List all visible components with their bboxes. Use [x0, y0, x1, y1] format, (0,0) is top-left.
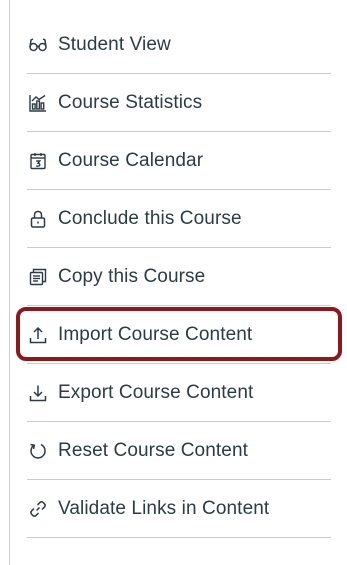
copy-icon [27, 266, 49, 288]
sidebar-left-border [9, 0, 10, 565]
export-course-content-label: Export Course Content [58, 381, 254, 403]
course-settings-sidebar-menu: Student View Course Statistics Course Ca [16, 16, 342, 538]
student-view-button[interactable]: Student View [27, 16, 331, 74]
import-course-content-link[interactable]: Import Course Content [16, 306, 342, 364]
reset-course-content-label: Reset Course Content [58, 439, 248, 461]
course-calendar-label: Course Calendar [58, 149, 204, 171]
reset-course-content-button[interactable]: Reset Course Content [27, 422, 331, 480]
export-course-content-link[interactable]: Export Course Content [27, 364, 331, 422]
validate-links-label: Validate Links in Content [58, 497, 270, 519]
conclude-course-button[interactable]: Conclude this Course [27, 190, 331, 248]
import-course-content-label: Import Course Content [58, 323, 253, 345]
student-view-label: Student View [58, 33, 171, 55]
upload-icon [27, 324, 49, 346]
glasses-icon [27, 34, 49, 56]
link-icon [27, 498, 49, 520]
course-statistics-link[interactable]: Course Statistics [27, 74, 331, 132]
lock-icon [27, 208, 49, 230]
conclude-course-label: Conclude this Course [58, 207, 242, 229]
reset-icon [27, 440, 49, 462]
copy-course-link[interactable]: Copy this Course [27, 248, 331, 306]
course-statistics-label: Course Statistics [58, 91, 203, 113]
course-calendar-link[interactable]: Course Calendar [27, 132, 331, 190]
statistics-icon [27, 92, 49, 114]
download-icon [27, 382, 49, 404]
validate-links-link[interactable]: Validate Links in Content [27, 480, 331, 538]
copy-course-label: Copy this Course [58, 265, 206, 287]
calendar-icon [27, 150, 49, 172]
